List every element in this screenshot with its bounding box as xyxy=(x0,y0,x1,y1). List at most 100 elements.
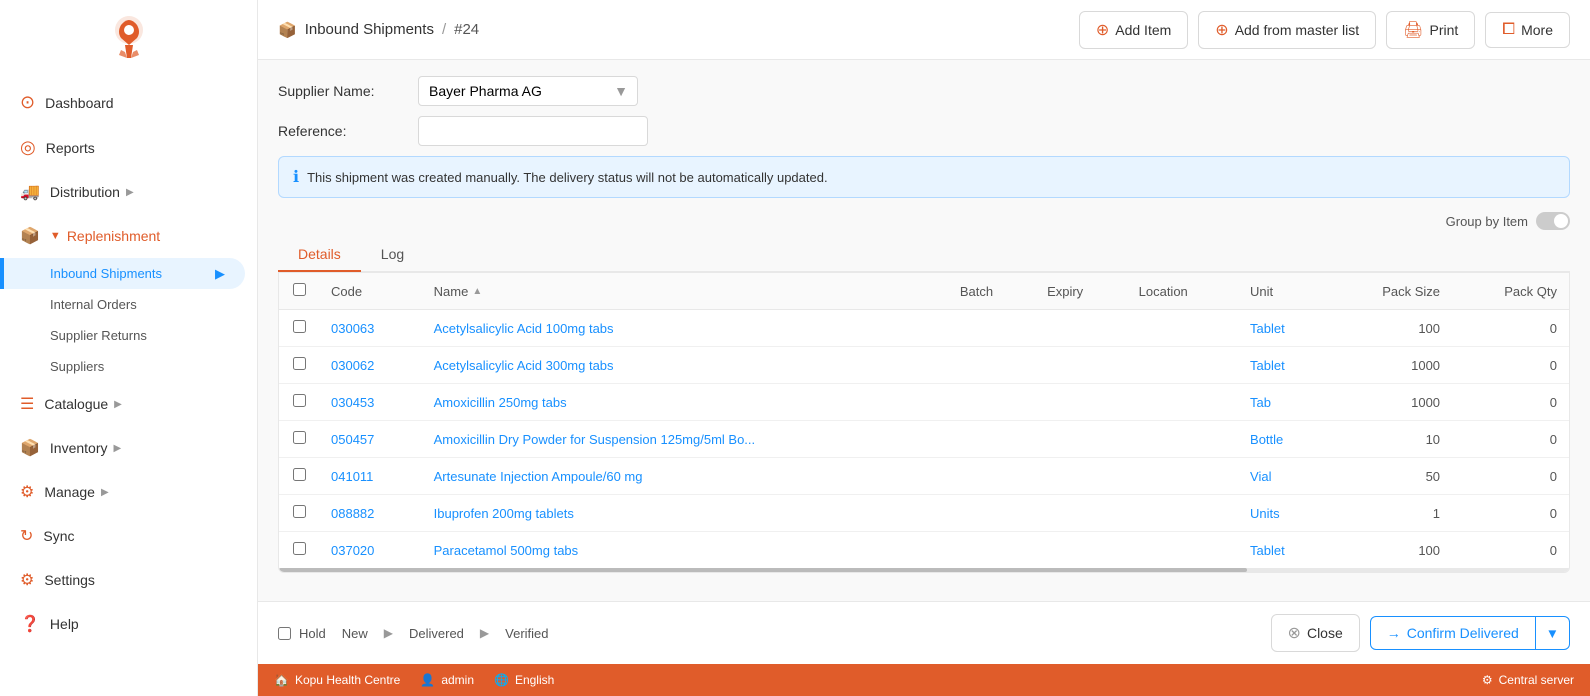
name-link[interactable]: Acetylsalicylic Acid 100mg tabs xyxy=(434,321,614,336)
code-link[interactable]: 030063 xyxy=(331,321,374,336)
table-row: 088882 Ibuprofen 200mg tablets Units 1 0 xyxy=(279,495,1569,532)
status-flow: Hold New ▶ Delivered ▶ Verified xyxy=(278,618,565,649)
sidebar-label-reports: Reports xyxy=(46,140,95,156)
sidebar-item-suppliers[interactable]: Suppliers xyxy=(0,351,257,382)
confirm-arrow-icon: → xyxy=(1387,625,1401,641)
confirm-actions: ⊗ Close → Confirm Delivered ▼ xyxy=(1271,614,1570,652)
select-all-checkbox[interactable] xyxy=(293,283,306,296)
add-item-button[interactable]: ⊕ Add Item xyxy=(1079,11,1188,49)
unit-link[interactable]: Tablet xyxy=(1250,543,1285,558)
sidebar-item-dashboard[interactable]: ⊙ Dashboard xyxy=(0,80,257,125)
tabs: Details Log xyxy=(278,238,1570,272)
facility-label: Kopu Health Centre xyxy=(295,673,400,687)
inbound-shipments-label: Inbound Shipments xyxy=(50,266,162,281)
row-checkbox[interactable] xyxy=(293,542,306,555)
unit-link[interactable]: Tablet xyxy=(1250,358,1285,373)
step-arrow-1: ▶ xyxy=(384,626,393,640)
row-checkbox[interactable] xyxy=(293,505,306,518)
name-link[interactable]: Acetylsalicylic Acid 300mg tabs xyxy=(434,358,614,373)
supplier-select[interactable]: Bayer Pharma AG xyxy=(418,76,638,106)
name-link[interactable]: Amoxicillin 250mg tabs xyxy=(434,395,567,410)
row-checkbox[interactable] xyxy=(293,468,306,481)
sidebar-label-distribution: Distribution xyxy=(50,184,120,200)
unit-link[interactable]: Units xyxy=(1250,506,1280,521)
sidebar-label-inventory: Inventory xyxy=(50,440,108,456)
sidebar-item-internal-orders[interactable]: Internal Orders xyxy=(0,289,257,320)
sidebar-item-replenishment[interactable]: 📦 ▼ Replenishment xyxy=(0,214,257,258)
row-checkbox[interactable] xyxy=(293,320,306,333)
confirm-delivered-dropdown-button[interactable]: ▼ xyxy=(1536,616,1570,650)
code-link[interactable]: 030062 xyxy=(331,358,374,373)
add-from-master-button[interactable]: ⊕ Add from master list xyxy=(1198,11,1376,49)
name-link[interactable]: Amoxicillin Dry Powder for Suspension 12… xyxy=(434,432,756,447)
close-icon: ⊗ xyxy=(1288,623,1301,643)
user-item: 👤 admin xyxy=(420,673,474,687)
reference-input[interactable] xyxy=(418,116,648,146)
sidebar-item-distribution[interactable]: 🚚 Distribution ▶ xyxy=(0,170,257,214)
suppliers-label: Suppliers xyxy=(50,359,104,374)
confirm-dropdown-chevron: ▼ xyxy=(1546,626,1559,641)
hold-checkbox-label[interactable]: Hold xyxy=(278,626,326,641)
logo xyxy=(0,0,257,80)
table-header-row: Code Name ▲ Batch Expiry Location Unit xyxy=(279,273,1569,310)
row-checkbox[interactable] xyxy=(293,394,306,407)
scroll-bar[interactable] xyxy=(279,568,1247,572)
cell-code: 030063 xyxy=(319,310,422,347)
row-checkbox[interactable] xyxy=(293,357,306,370)
code-link[interactable]: 030453 xyxy=(331,395,374,410)
sidebar-item-reports[interactable]: ◎ Reports xyxy=(0,125,257,170)
toggle-knob xyxy=(1554,214,1568,228)
name-link[interactable]: Paracetamol 500mg tabs xyxy=(434,543,579,558)
server-icon: ⚙ xyxy=(1482,673,1493,687)
tab-log[interactable]: Log xyxy=(361,238,424,272)
header-name[interactable]: Name ▲ xyxy=(422,273,948,310)
hold-checkbox[interactable] xyxy=(278,627,291,640)
code-link[interactable]: 050457 xyxy=(331,432,374,447)
unit-link[interactable]: Tablet xyxy=(1250,321,1285,336)
tab-details[interactable]: Details xyxy=(278,238,361,272)
print-icon: 🖨 xyxy=(1403,20,1423,40)
step-verified-label: Verified xyxy=(505,626,548,641)
add-item-label: Add Item xyxy=(1115,22,1171,38)
print-button[interactable]: 🖨 Print xyxy=(1386,11,1475,49)
name-link[interactable]: Ibuprofen 200mg tablets xyxy=(434,506,574,521)
group-by-toggle[interactable] xyxy=(1536,212,1570,230)
sidebar-item-catalogue[interactable]: ☰ Catalogue ▶ xyxy=(0,382,257,426)
sidebar-item-supplier-returns[interactable]: Supplier Returns xyxy=(0,320,257,351)
breadcrumb-parent[interactable]: Inbound Shipments xyxy=(305,21,434,38)
unit-link[interactable]: Bottle xyxy=(1250,432,1283,447)
user-icon: 👤 xyxy=(420,673,435,687)
breadcrumb: 📦 Inbound Shipments / #24 xyxy=(278,21,479,39)
distribution-icon: 🚚 xyxy=(20,182,40,202)
unit-link[interactable]: Vial xyxy=(1250,469,1271,484)
code-link[interactable]: 041011 xyxy=(331,469,373,484)
inbound-shipments-chevron: ▶ xyxy=(215,266,225,282)
close-button[interactable]: ⊗ Close xyxy=(1271,614,1360,652)
sidebar-item-sync[interactable]: ↻ Sync xyxy=(0,514,257,558)
confirm-delivered-button[interactable]: → Confirm Delivered xyxy=(1370,616,1536,650)
row-checkbox[interactable] xyxy=(293,431,306,444)
group-by-label: Group by Item xyxy=(1446,214,1528,229)
sidebar-item-manage[interactable]: ⚙ Manage ▶ xyxy=(0,470,257,514)
sidebar-item-help[interactable]: ❓ Help xyxy=(0,602,257,646)
top-actions: ⊕ Add Item ⊕ Add from master list 🖨 Prin… xyxy=(1079,11,1570,49)
settings-icon: ⚙ xyxy=(20,570,34,590)
tab-details-label: Details xyxy=(298,246,341,262)
server-item: ⚙ Central server xyxy=(1482,673,1574,687)
sidebar-item-inventory[interactable]: 📦 Inventory ▶ xyxy=(0,426,257,470)
unit-link[interactable]: Tab xyxy=(1250,395,1271,410)
print-label: Print xyxy=(1429,22,1458,38)
sidebar-label-help: Help xyxy=(50,616,79,632)
sidebar-item-settings[interactable]: ⚙ Settings xyxy=(0,558,257,602)
code-link[interactable]: 037020 xyxy=(331,543,374,558)
language-icon: 🌐 xyxy=(494,673,509,687)
close-label: Close xyxy=(1307,625,1343,641)
sidebar-item-inbound-shipments[interactable]: Inbound Shipments ▶ xyxy=(0,258,245,289)
code-link[interactable]: 088882 xyxy=(331,506,374,521)
more-button[interactable]: ⧠ More xyxy=(1485,12,1570,48)
tab-log-label: Log xyxy=(381,246,404,262)
table-row: 037020 Paracetamol 500mg tabs Tablet 100… xyxy=(279,532,1569,569)
cell-batch xyxy=(948,310,1035,347)
status-step-verified: Verified xyxy=(489,618,564,649)
name-link[interactable]: Artesunate Injection Ampoule/60 mg xyxy=(434,469,643,484)
